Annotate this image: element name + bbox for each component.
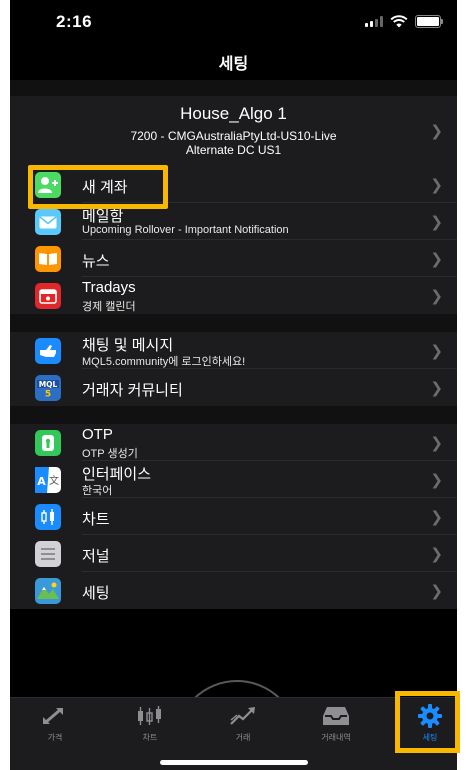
chevron-right-icon: ❯ <box>430 583 443 600</box>
chevron-right-icon: ❯ <box>430 509 443 526</box>
chevron-right-icon: ❯ <box>430 251 443 268</box>
tab-trade[interactable]: 거래 <box>208 704 278 743</box>
list-item-subtitle: OTP 생성기 <box>82 448 138 460</box>
list-item-title: 차트 <box>82 511 110 528</box>
wifi-icon <box>390 15 408 28</box>
list-item-news[interactable]: 뉴스 ❯ <box>10 240 457 277</box>
list-item-title: 뉴스 <box>82 253 110 270</box>
list-item-subtitle: 경제 캘린더 <box>82 301 136 313</box>
account-name: House_Algo 1 <box>180 104 287 123</box>
list-item-settings[interactable]: 세팅 ❯ <box>10 572 457 609</box>
chevron-right-icon: ❯ <box>430 435 443 452</box>
highlight-new-account <box>28 165 168 209</box>
phone-screen: 2:16 세팅 House_Algo 1 7200 - CMGAustralia… <box>10 0 457 770</box>
chevron-right-icon: ❯ <box>430 123 443 140</box>
battery-icon <box>415 15 443 28</box>
tab-chart[interactable]: 차트 <box>115 704 185 743</box>
list-item-title: 저널 <box>82 548 110 565</box>
chat-hand-icon <box>35 338 61 364</box>
list-item-title: 채팅 및 메시지 <box>82 337 174 354</box>
status-icons <box>365 15 443 28</box>
list-item-title: 세팅 <box>82 585 110 602</box>
list-item-title: OTP <box>82 426 113 443</box>
list-item-title: 인터페이스 <box>82 466 152 483</box>
tab-label: 거래내역 <box>321 733 351 742</box>
page-title: 세팅 <box>218 56 249 73</box>
otp-lock-icon <box>35 430 61 456</box>
tab-label: 차트 <box>142 733 158 742</box>
account-header[interactable]: House_Algo 1 7200 - CMGAustraliaPtyLtd-U… <box>10 96 457 166</box>
chevron-right-icon: ❯ <box>430 380 443 397</box>
account-server: 7200 - CMGAustraliaPtyLtd-US10-Live Alte… <box>10 129 457 157</box>
list-item-subtitle: MQL5.community에 로그인하세요! <box>82 356 246 368</box>
list-item-otp[interactable]: OTP OTP 생성기 ❯ <box>10 424 457 461</box>
chevron-right-icon: ❯ <box>430 472 443 489</box>
news-book-icon <box>35 246 61 272</box>
svg-text:文: 文 <box>49 474 59 487</box>
list-item-interface[interactable]: A文 인터페이스 한국어 ❯ <box>10 461 457 498</box>
list-item-title: Tradays <box>82 279 136 296</box>
chevron-right-icon: ❯ <box>430 343 443 360</box>
settings-landscape-icon <box>35 578 61 604</box>
home-indicator <box>160 760 308 765</box>
cellular-signal-icon <box>365 16 383 27</box>
translate-icon: A文 <box>35 467 61 493</box>
tab-quotes[interactable]: 가격 <box>20 704 90 743</box>
tab-history[interactable]: 거래내역 <box>301 704 371 743</box>
candles-icon <box>115 704 185 728</box>
section-divider <box>10 406 457 424</box>
tradays-calendar-icon <box>35 283 61 309</box>
list-item-tradays[interactable]: Tradays 경제 캘린더 ❯ <box>10 277 457 314</box>
account-server-line1: 7200 - CMGAustraliaPtyLtd-US10-Live <box>130 129 337 143</box>
list-item-chat[interactable]: 채팅 및 메시지 MQL5.community에 로그인하세요! ❯ <box>10 332 457 369</box>
svg-text:A: A <box>37 475 46 488</box>
list-item-subtitle: Upcoming Rollover - Important Notificati… <box>82 224 289 236</box>
mail-icon <box>35 209 61 235</box>
svg-text:MQL: MQL <box>39 380 58 389</box>
status-time: 2:16 <box>56 12 93 31</box>
account-server-line2: Alternate DC US1 <box>185 143 282 157</box>
chevron-right-icon: ❯ <box>430 214 443 231</box>
history-inbox-icon <box>301 704 371 728</box>
section-divider <box>10 80 457 96</box>
candlestick-icon <box>35 504 61 530</box>
chevron-right-icon: ❯ <box>430 288 443 305</box>
chevron-right-icon: ❯ <box>430 546 443 563</box>
status-bar: 2:16 <box>10 0 457 40</box>
chevron-right-icon: ❯ <box>430 177 443 194</box>
svg-text:5: 5 <box>45 390 51 399</box>
list-item-subtitle: 한국어 <box>82 485 113 497</box>
list-item-chart[interactable]: 차트 ❯ <box>10 498 457 535</box>
quotes-arrows-icon <box>20 704 90 728</box>
list-item-community[interactable]: MQL 5 거래자 커뮤니티 ❯ <box>10 369 457 406</box>
section-divider <box>10 314 457 332</box>
trade-trend-icon <box>208 704 278 728</box>
list-item-title: 거래자 커뮤니티 <box>82 382 183 399</box>
journal-lines-icon <box>35 541 61 567</box>
list-item-journal[interactable]: 저널 ❯ <box>10 535 457 572</box>
tab-label: 가격 <box>47 733 63 742</box>
mql5-icon: MQL 5 <box>35 375 61 401</box>
highlight-settings-tab <box>395 691 460 753</box>
tab-label: 거래 <box>235 733 251 742</box>
